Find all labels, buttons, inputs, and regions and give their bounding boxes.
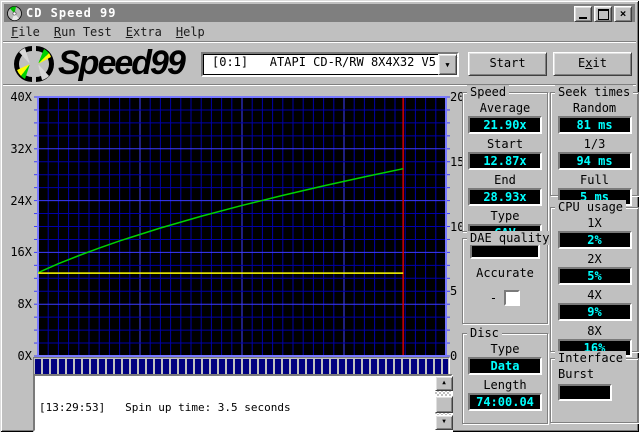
third-seek-label: 1/3 (583, 137, 606, 151)
exit-button[interactable]: Exit (553, 52, 632, 76)
arrow-up-icon: ▲ (442, 379, 446, 386)
burst-label: Burst (558, 367, 595, 381)
disc-length-label: Length (483, 378, 527, 392)
menu-run-test[interactable]: Run Test (48, 24, 120, 40)
logo-text: Speed99 (58, 44, 186, 82)
accurate-label: Accurate (476, 266, 534, 280)
close-button[interactable]: × (614, 6, 632, 22)
cpu-2x-label: 2X (587, 252, 602, 266)
accurate-dash: - (489, 291, 498, 305)
app-window: CD Speed 99 × File Run Test Extra Help S… (0, 0, 639, 432)
log-line: [13:29:53] Spin up time: 3.5 seconds (39, 401, 291, 414)
separator (3, 84, 636, 86)
disc-panel: Disc Type Data Length 74:00.04 (462, 326, 548, 424)
left-axis-tick: 32X (10, 141, 32, 156)
start-value: 12.87x (468, 152, 542, 170)
seek-times-panel: Seek times Random 81 ms 1/3 94 ms Full 5… (550, 85, 639, 206)
dae-quality-value (470, 244, 540, 259)
start-label: Start (486, 137, 524, 151)
end-label: End (494, 173, 516, 187)
scroll-up-button[interactable]: ▲ (435, 376, 453, 391)
arrow-down-icon: ▼ (442, 418, 446, 425)
minimize-icon (579, 16, 587, 19)
disc-type-value: Data (468, 357, 542, 375)
cpu-4x-label: 4X (587, 288, 602, 302)
window-title: CD Speed 99 (26, 6, 117, 20)
random-seek-value: 81 ms (557, 116, 632, 134)
progress-fill (35, 359, 448, 374)
end-value: 28.93x (468, 188, 542, 206)
title-bar: CD Speed 99 × (4, 4, 635, 22)
burst-value (558, 384, 612, 401)
app-cd-icon (7, 6, 22, 21)
cpu-4x-value: 9% (557, 303, 632, 321)
left-axis-tick: 8X (17, 297, 32, 312)
maximize-button[interactable] (594, 6, 612, 22)
cpu-usage-panel: CPU usage 1X 2% 2X 5% 4X 9% 8X 16% (550, 200, 639, 357)
cpu-2x-value: 5% (557, 267, 632, 285)
average-label: Average (479, 101, 531, 115)
menu-bar: File Run Test Extra Help (5, 23, 635, 40)
drive-select[interactable]: [0:1] ATAPI CD-R/RW 8X4X32 V5.IV ▼ (201, 52, 459, 77)
interface-panel: Interface Burst (550, 351, 639, 423)
start-button[interactable]: Start (468, 52, 547, 76)
log-scrollbar[interactable]: ▲ ▼ (435, 376, 453, 430)
disc-length-value: 74:00.04 (468, 393, 542, 411)
disc-type-label: Type (490, 342, 520, 356)
cpu-usage-title: CPU usage (555, 200, 627, 214)
interface-title: Interface (555, 351, 627, 365)
cpu-1x-label: 1X (587, 216, 602, 230)
third-seek-value: 94 ms (557, 152, 632, 170)
speed99-logo-icon (14, 46, 54, 82)
left-axis-tick: 16X (10, 245, 32, 260)
scrollbar-thumb[interactable] (435, 396, 453, 413)
menu-help[interactable]: Help (170, 24, 213, 40)
drive-select-dropdown-button[interactable]: ▼ (438, 54, 457, 75)
speed-chart (34, 96, 450, 357)
type-label: Type (490, 209, 520, 223)
right-axis-tick: 0 (450, 349, 458, 363)
left-axis-tick: 0X (17, 349, 32, 363)
left-axis-tick: 40X (10, 90, 32, 104)
maximize-icon (597, 8, 609, 20)
drive-select-value: [0:1] ATAPI CD-R/RW 8X4X32 V5.IV (212, 55, 458, 69)
cpu-1x-value: 2% (557, 231, 632, 249)
log-listbox[interactable]: [13:29:53] Spin up time: 3.5 seconds [13… (33, 374, 453, 432)
close-icon: × (619, 7, 627, 20)
log-lines: [13:29:53] Spin up time: 3.5 seconds [13… (39, 377, 433, 429)
menu-file[interactable]: File (5, 24, 48, 40)
full-seek-label: Full (580, 173, 609, 187)
scroll-down-button[interactable]: ▼ (435, 415, 453, 430)
disc-title: Disc (467, 326, 502, 340)
cpu-8x-label: 8X (587, 324, 602, 338)
dae-quality-title: DAE quality (467, 231, 553, 245)
speed-panel-title: Speed (467, 85, 510, 99)
seek-times-title: Seek times (555, 85, 634, 99)
chevron-down-icon: ▼ (445, 60, 450, 69)
left-axis-tick: 24X (10, 193, 32, 208)
random-seek-label: Random (572, 101, 617, 115)
menu-extra[interactable]: Extra (120, 24, 170, 40)
speed-panel: Speed Average 21.90x Start 12.87x End 28… (462, 85, 548, 242)
average-value: 21.90x (468, 116, 542, 134)
separator (3, 41, 636, 43)
accurate-checkbox[interactable] (504, 290, 521, 306)
right-axis-tick: 5 (450, 284, 458, 299)
dae-quality-panel: DAE quality Accurate - (462, 231, 553, 324)
minimize-button[interactable] (574, 6, 592, 22)
